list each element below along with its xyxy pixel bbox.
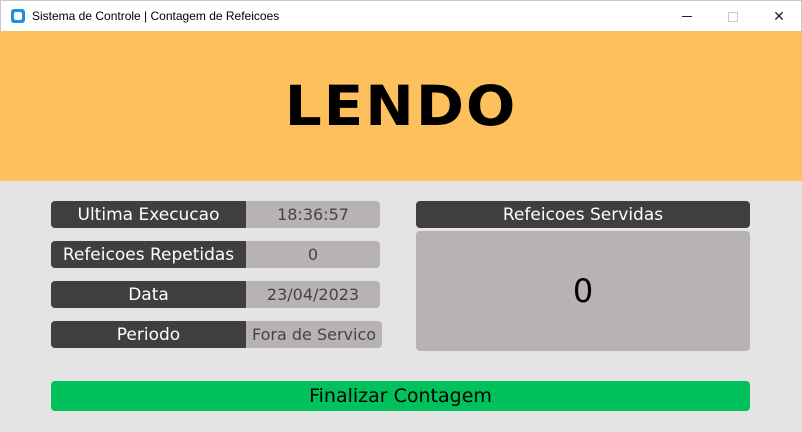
repeated-meals-value: 0 [246,241,380,268]
period-value: Fora de Servico [246,321,382,348]
served-meals-count: 0 [416,231,750,351]
date-value: 23/04/2023 [246,281,380,308]
last-execution-label: Ultima Execucao [51,201,246,228]
maximize-icon [728,11,738,22]
minimize-button[interactable] [664,1,710,32]
status-banner: LENDO [0,31,802,181]
date-label: Data [51,281,246,308]
close-button[interactable]: ✕ [756,1,802,32]
period-label: Periodo [51,321,246,348]
repeated-meals-label: Refeicoes Repetidas [51,241,246,268]
close-icon: ✕ [773,8,785,25]
finish-count-button[interactable]: Finalizar Contagem [51,381,750,411]
last-execution-value: 18:36:57 [246,201,380,228]
maximize-button[interactable] [710,1,756,32]
minimize-icon [682,16,692,17]
title-bar: Sistema de Controle | Contagem de Refeic… [0,0,802,31]
served-meals-label: Refeicoes Servidas [416,201,750,228]
app-icon [11,9,25,23]
status-text: LENDO [284,73,518,139]
window-title: Sistema de Controle | Contagem de Refeic… [32,9,280,23]
